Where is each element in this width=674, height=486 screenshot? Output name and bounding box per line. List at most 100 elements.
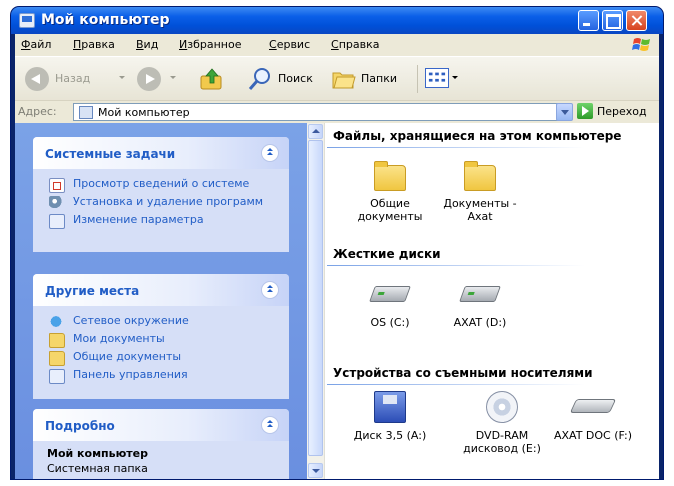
place-my-documents[interactable]: Мои документы bbox=[47, 332, 277, 348]
place-label: Мои документы bbox=[73, 332, 165, 345]
other-places-panel: Другие места Сетевое окружение Мои докум… bbox=[33, 274, 289, 399]
folders-button-label[interactable]: Папки bbox=[361, 72, 397, 85]
system-tasks-panel: Системные задачи Просмотр сведений о сис… bbox=[33, 137, 289, 252]
details-name: Мой компьютер bbox=[47, 447, 149, 460]
control-panel-icon bbox=[49, 369, 65, 384]
menu-tools[interactable]: Сервис bbox=[269, 38, 310, 51]
system-info-icon bbox=[49, 178, 65, 193]
forward-arrow-icon[interactable] bbox=[137, 67, 161, 91]
group-hard-drives-title: Жесткие диски bbox=[333, 247, 441, 261]
cd-drive-icon bbox=[486, 391, 518, 423]
place-label: Сетевое окружение bbox=[73, 314, 189, 327]
task-view-system-info[interactable]: Просмотр сведений о системе bbox=[47, 177, 277, 193]
explorer-window: Мой компьютер Файл Правка Вид Избранное … bbox=[11, 7, 663, 479]
address-dropdown-icon[interactable] bbox=[556, 103, 573, 121]
toolbar-separator bbox=[417, 65, 418, 93]
task-pane: Системные задачи Просмотр сведений о сис… bbox=[15, 123, 307, 479]
toolbar: Назад Поиск Папки bbox=[15, 56, 659, 101]
search-icon[interactable] bbox=[247, 66, 273, 92]
minimize-button[interactable] bbox=[578, 10, 599, 31]
item-label: AXAT DOC (F:) bbox=[553, 429, 632, 442]
group-removable-title: Устройства со съемными носителями bbox=[333, 366, 593, 380]
place-shared-documents[interactable]: Общие документы bbox=[47, 350, 277, 366]
menu-bar: Файл Правка Вид Избранное Сервис Справка bbox=[15, 34, 659, 56]
item-drive-c[interactable]: OS (C:) bbox=[345, 286, 435, 329]
vertical-scrollbar[interactable] bbox=[307, 123, 325, 479]
details-type: Системная папка bbox=[47, 462, 148, 475]
menu-favorites[interactable]: Избранное bbox=[179, 38, 241, 51]
address-bar: Адрес: Мой компьютер Переход bbox=[15, 100, 659, 123]
item-floppy-a[interactable]: Диск 3,5 (A:) bbox=[345, 391, 435, 442]
other-places-header[interactable]: Другие места bbox=[33, 274, 289, 306]
other-places-title: Другие места bbox=[45, 284, 140, 298]
system-tasks-header[interactable]: Системные задачи bbox=[33, 137, 289, 169]
floppy-drive-icon bbox=[374, 391, 406, 423]
back-arrow-icon[interactable] bbox=[25, 67, 49, 91]
views-dropdown-icon[interactable] bbox=[452, 76, 458, 79]
item-dvd-e[interactable]: DVD-RAM дисковод (E:) bbox=[457, 391, 547, 455]
task-label: Просмотр сведений о системе bbox=[73, 177, 250, 190]
item-drive-d[interactable]: AXAT (D:) bbox=[435, 286, 525, 329]
folder-icon bbox=[374, 161, 406, 191]
menu-help[interactable]: Справка bbox=[331, 38, 379, 51]
place-network[interactable]: Сетевое окружение bbox=[47, 314, 277, 328]
task-add-remove-programs[interactable]: Установка и удаление программ bbox=[47, 195, 277, 209]
item-label: AXAT (D:) bbox=[453, 316, 507, 329]
group-files-title: Файлы, хранящиеся на этом компьютере bbox=[333, 129, 622, 143]
task-label: Изменение параметра bbox=[73, 213, 204, 226]
details-header[interactable]: Подробно bbox=[33, 409, 289, 441]
task-label: Установка и удаление программ bbox=[73, 195, 264, 208]
close-button[interactable] bbox=[626, 10, 647, 31]
address-label: Адрес: bbox=[18, 105, 57, 118]
system-tasks-title: Системные задачи bbox=[45, 147, 176, 161]
task-change-setting[interactable]: Изменение параметра bbox=[47, 213, 277, 229]
removable-drive-icon bbox=[569, 399, 617, 413]
window-title: Мой компьютер bbox=[41, 12, 170, 28]
client-area: Системные задачи Просмотр сведений о сис… bbox=[15, 123, 659, 479]
menu-file[interactable]: Файл bbox=[21, 38, 51, 51]
search-button-label[interactable]: Поиск bbox=[278, 72, 313, 85]
details-panel: Подробно Мой компьютер Системная папка bbox=[33, 409, 289, 479]
menu-edit[interactable]: Правка bbox=[73, 38, 115, 51]
item-documents-axat[interactable]: Документы - Axat bbox=[435, 161, 525, 223]
place-label: Общие документы bbox=[73, 350, 182, 363]
maximize-button[interactable] bbox=[602, 10, 623, 31]
folder-icon bbox=[464, 161, 496, 191]
folders-icon[interactable] bbox=[331, 66, 357, 92]
item-label: Диск 3,5 (A:) bbox=[353, 429, 427, 442]
item-label: OS (C:) bbox=[370, 316, 410, 329]
scroll-up-icon[interactable] bbox=[308, 124, 323, 139]
item-drive-f[interactable]: AXAT DOC (F:) bbox=[553, 399, 633, 442]
folder-icon bbox=[49, 351, 65, 366]
scroll-thumb[interactable] bbox=[308, 140, 323, 456]
folder-up-icon[interactable] bbox=[199, 66, 225, 92]
folder-icon bbox=[49, 333, 65, 348]
place-control-panel[interactable]: Панель управления bbox=[47, 368, 277, 384]
back-dropdown-icon[interactable] bbox=[119, 76, 125, 79]
item-label: DVD-RAM дисковод (E:) bbox=[463, 429, 541, 455]
windows-logo-icon bbox=[632, 38, 650, 51]
menu-view[interactable]: Вид bbox=[136, 38, 158, 51]
group-divider bbox=[327, 384, 585, 385]
title-bar[interactable]: Мой компьютер bbox=[11, 7, 663, 34]
place-label: Панель управления bbox=[73, 368, 188, 381]
go-arrow-icon[interactable] bbox=[577, 103, 593, 119]
forward-dropdown-icon[interactable] bbox=[170, 76, 176, 79]
collapse-chevron-icon[interactable] bbox=[261, 416, 279, 434]
collapse-chevron-icon[interactable] bbox=[261, 281, 279, 299]
address-input[interactable]: Мой компьютер bbox=[73, 103, 573, 121]
item-shared-documents[interactable]: Общие документы bbox=[345, 161, 435, 223]
views-icon[interactable] bbox=[425, 68, 449, 88]
control-panel-icon bbox=[49, 214, 65, 229]
scroll-down-icon[interactable] bbox=[308, 463, 323, 478]
go-button-label[interactable]: Переход bbox=[597, 105, 647, 118]
back-button-label[interactable]: Назад bbox=[55, 72, 90, 85]
content-pane: Файлы, хранящиеся на этом компьютере Общ… bbox=[307, 123, 659, 479]
details-title: Подробно bbox=[45, 419, 115, 433]
group-divider bbox=[327, 265, 585, 266]
collapse-chevron-icon[interactable] bbox=[261, 144, 279, 162]
item-label: Общие документы bbox=[357, 197, 423, 223]
my-computer-icon bbox=[19, 13, 35, 28]
hard-drive-icon bbox=[459, 286, 501, 302]
item-label: Документы - Axat bbox=[443, 197, 517, 223]
